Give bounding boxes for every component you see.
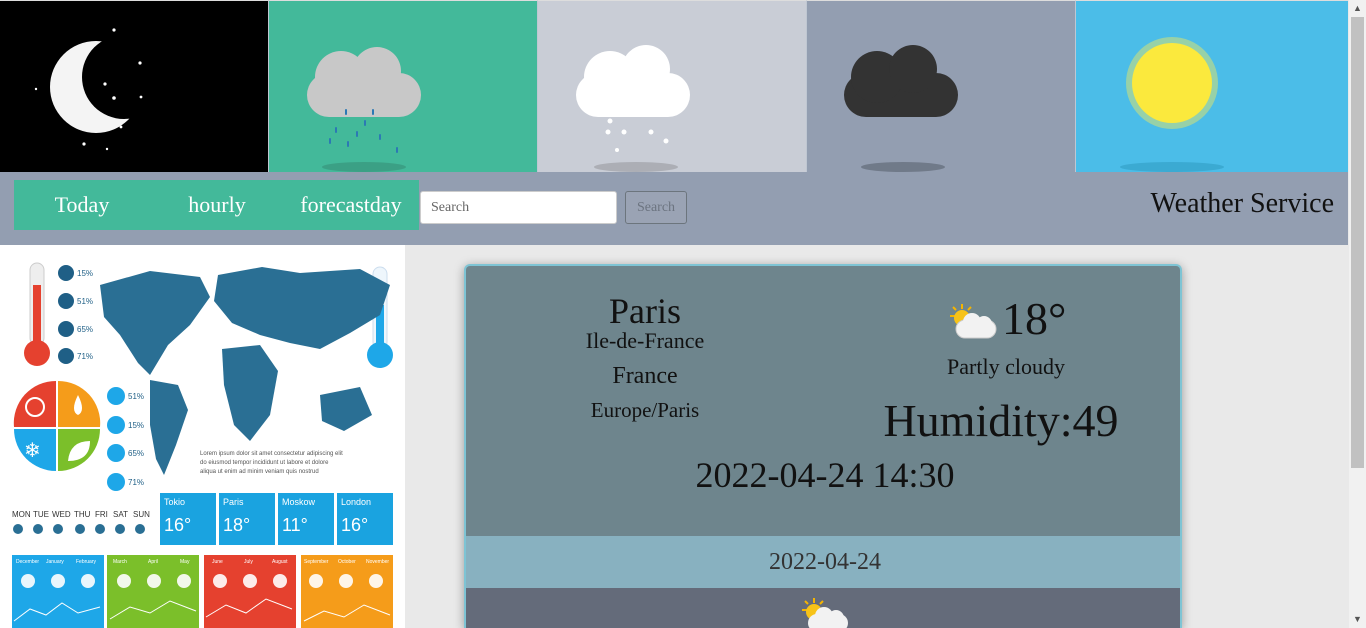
month-label: July [244,559,253,565]
city-card-name: Paris [223,497,244,507]
month-label: October [338,559,356,565]
city-card-name: London [341,497,371,507]
side-pct-label: 71% [128,478,144,487]
city-name: Paris [609,291,681,331]
sun-icon [1120,37,1224,172]
city-card-temp: 16° [341,515,368,535]
tab-hourly[interactable]: hourly [150,192,284,218]
month-label: January [46,559,64,565]
weekday-label: FRI [95,510,108,519]
side-pct-label: 65% [128,449,144,458]
pct-label: 71% [77,352,93,361]
month-label: June [212,559,223,565]
thermometer-hot-icon [24,262,50,366]
dark-cloud-icon [844,45,958,172]
side-pct-label: 15% [128,421,144,430]
country-name: France [612,363,678,389]
partly-cloudy-icon [802,598,848,628]
scrollbar-thumb[interactable] [1351,17,1364,468]
navbar: Today hourly forecastday Search Weather … [0,172,1348,245]
city-card-temp: 11° [282,515,308,535]
moon-stars-icon [34,28,166,151]
month-label: May [180,559,190,565]
weather-infographic-image: 15% 51% 65% 71% Lorem ipsum dolor sit am… [0,245,405,628]
weekday-label: TUE [33,510,49,519]
city-cards: Tokio Paris Moskow London 16° 18° 11° 16… [160,493,393,545]
current-weather-card: Paris Ile-de-France France Europe/Paris … [464,264,1182,628]
condition-text: Partly cloudy [947,354,1065,379]
local-datetime: 2022-04-24 14:30 [695,455,955,495]
svg-text:❄: ❄ [24,440,41,462]
weekday-label: MON [12,510,31,519]
search-button[interactable]: Search [625,191,687,224]
weekday-label: THU [74,510,91,519]
forecast-date-header: 2022-04-24 [466,536,1180,588]
partly-cloudy-icon [950,304,997,339]
scroll-up-arrow-icon[interactable]: ▲ [1349,0,1366,17]
nav-tabs: Today hourly forecastday [14,180,419,230]
svg-text:Lorem ipsum dolor sit amet con: Lorem ipsum dolor sit amet consectetur a… [200,451,343,457]
region-name: Ile-de-France [585,328,705,353]
banner-tile-overcast [807,0,1076,172]
city-card-temp: 16° [164,515,191,535]
city-card-name: Tokio [164,497,185,507]
world-map-graphic [100,267,390,475]
month-label: April [148,559,158,565]
pct-label: 65% [77,325,93,334]
banner-tile-night [0,0,269,172]
weekday-label: SUN [133,510,150,519]
brand-title: Weather Service [1150,188,1334,219]
banner-tile-sunny [1076,0,1348,172]
banner-tile-snow [538,0,807,172]
humidity: Humidity:49 [883,395,1119,446]
month-label: August [272,559,288,565]
month-label: November [366,559,389,565]
side-pct-label: 51% [128,392,144,401]
timezone: Europe/Paris [590,398,700,422]
snow-cloud-icon [576,45,690,172]
weather-banner [0,0,1348,172]
page-scrollbar[interactable]: ▲ ▼ [1349,0,1366,628]
pct-label: 51% [77,297,93,306]
banner-tile-rain [269,0,538,172]
weekday-label: WED [52,510,71,519]
month-label: December [16,559,39,565]
search-input[interactable] [420,191,617,224]
pct-label: 15% [77,269,93,278]
city-card-name: Moskow [282,497,316,507]
month-label: September [304,559,329,565]
temperature: 18° [1002,293,1067,344]
rain-cloud-icon [307,47,421,172]
tab-forecastday[interactable]: forecastday [284,192,418,218]
city-card-temp: 18° [223,515,250,535]
tab-today[interactable]: Today [14,192,150,218]
scroll-down-arrow-icon[interactable]: ▼ [1349,611,1366,628]
month-label: February [76,559,97,565]
weather-quad-icons: ❄ [13,380,101,471]
svg-text:do eiusmod tempor incididunt u: do eiusmod tempor incididunt ut labore e… [200,460,329,466]
forecast-day-body [466,588,1180,628]
month-label: March [113,559,127,565]
weekday-label: SAT [113,510,128,519]
svg-text:aliqua ut enim ad minim veniam: aliqua ut enim ad minim veniam quis nost… [200,469,319,475]
monthly-charts: December January February March April Ma… [12,555,393,628]
